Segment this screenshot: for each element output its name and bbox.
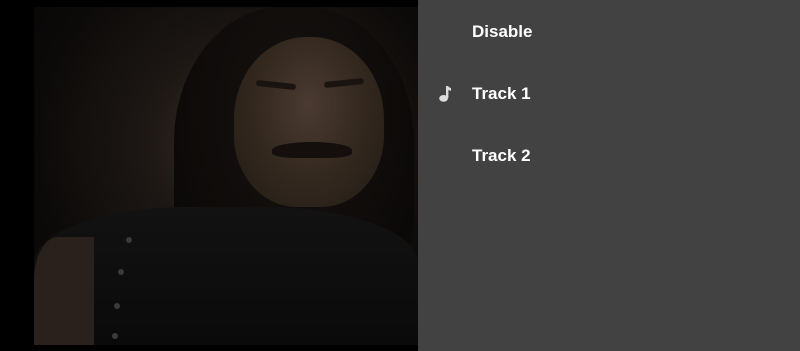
- track-option-track-1[interactable]: Track 1: [418, 63, 800, 125]
- video-figure-face: [234, 37, 384, 207]
- track-option-icon-slot: [418, 125, 472, 187]
- track-option-label: Disable: [472, 22, 533, 41]
- track-option-track-2[interactable]: Track 2: [418, 125, 800, 187]
- vest-stud: [118, 269, 124, 275]
- vest-stud: [114, 303, 120, 309]
- video-frame: [34, 7, 418, 345]
- audio-track-menu: Disable Track 1 Track 2: [418, 0, 800, 351]
- player-screen: Disable Track 1 Track 2: [0, 0, 800, 351]
- music-note-icon: [418, 63, 472, 125]
- video-figure-mustache: [272, 142, 352, 158]
- track-option-disable[interactable]: Disable: [418, 1, 800, 63]
- vest-stud: [112, 333, 118, 339]
- video-figure-shoulder: [34, 237, 94, 345]
- track-option-icon-slot: [418, 1, 472, 63]
- track-option-label: Track 1: [472, 84, 531, 103]
- video-player[interactable]: [0, 0, 418, 351]
- track-option-label: Track 2: [472, 146, 531, 165]
- vest-stud: [126, 237, 132, 243]
